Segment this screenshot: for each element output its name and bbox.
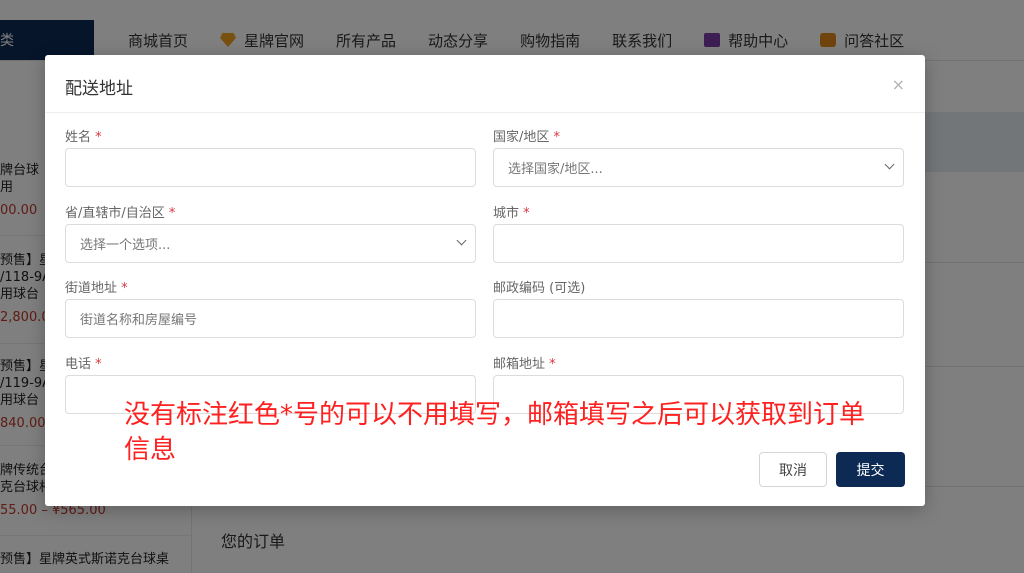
required-mark: * xyxy=(523,206,530,221)
street-input[interactable]: 街道名称和房屋编号 xyxy=(65,299,476,338)
postcode-field-group: 邮政编码 (可选) xyxy=(493,277,904,338)
modal-header: 配送地址 × xyxy=(45,55,925,113)
label-text: 街道地址 xyxy=(65,281,118,296)
country-select-value: 选择国家/地区... xyxy=(508,162,603,177)
email-label: 邮箱地址 * xyxy=(493,353,904,372)
label-text: 邮箱地址 xyxy=(493,357,546,372)
province-select[interactable]: 选择一个选项... xyxy=(65,224,476,263)
country-select[interactable]: 选择国家/地区... xyxy=(493,148,904,187)
city-input[interactable] xyxy=(493,224,904,263)
required-mark: * xyxy=(549,357,556,372)
city-label: 城市 * xyxy=(493,202,904,221)
label-text: 国家/地区 xyxy=(493,130,550,145)
city-field-group: 城市 * xyxy=(493,202,904,263)
name-input[interactable] xyxy=(65,148,476,187)
close-icon[interactable]: × xyxy=(892,75,905,94)
chevron-down-icon xyxy=(456,235,467,246)
required-mark: * xyxy=(553,130,561,145)
required-mark: * xyxy=(95,357,102,372)
street-label: 街道地址 * xyxy=(65,277,476,296)
required-mark: * xyxy=(95,130,102,145)
label-text: 电话 xyxy=(65,357,92,372)
province-label: 省/直辖市/自治区 * xyxy=(65,202,476,221)
street-field-group: 街道地址 * 街道名称和房屋编号 xyxy=(65,277,476,338)
label-text: 姓名 xyxy=(65,130,92,145)
modal-title: 配送地址 xyxy=(65,79,133,99)
required-mark: * xyxy=(121,281,128,296)
label-text: 城市 xyxy=(493,206,520,221)
name-field-group: 姓名 * xyxy=(65,126,476,187)
province-select-value: 选择一个选项... xyxy=(80,238,171,253)
country-field-group: 国家/地区 * 选择国家/地区... xyxy=(493,126,904,187)
postcode-input[interactable] xyxy=(493,299,904,338)
province-field-group: 省/直辖市/自治区 * 选择一个选项... xyxy=(65,202,476,263)
country-label: 国家/地区 * xyxy=(493,126,904,145)
chevron-down-icon xyxy=(884,159,895,170)
label-text: 省/直辖市/自治区 xyxy=(65,206,165,221)
postcode-label: 邮政编码 (可选) xyxy=(493,277,904,296)
required-mark: * xyxy=(168,206,176,221)
annotation-note: 没有标注红色*号的可以不用填写，邮箱填写之后可以获取到订单信息 xyxy=(124,400,866,465)
phone-label: 电话 * xyxy=(65,353,476,372)
label-text: 邮政编码 (可选) xyxy=(493,281,586,296)
name-label: 姓名 * xyxy=(65,126,476,145)
